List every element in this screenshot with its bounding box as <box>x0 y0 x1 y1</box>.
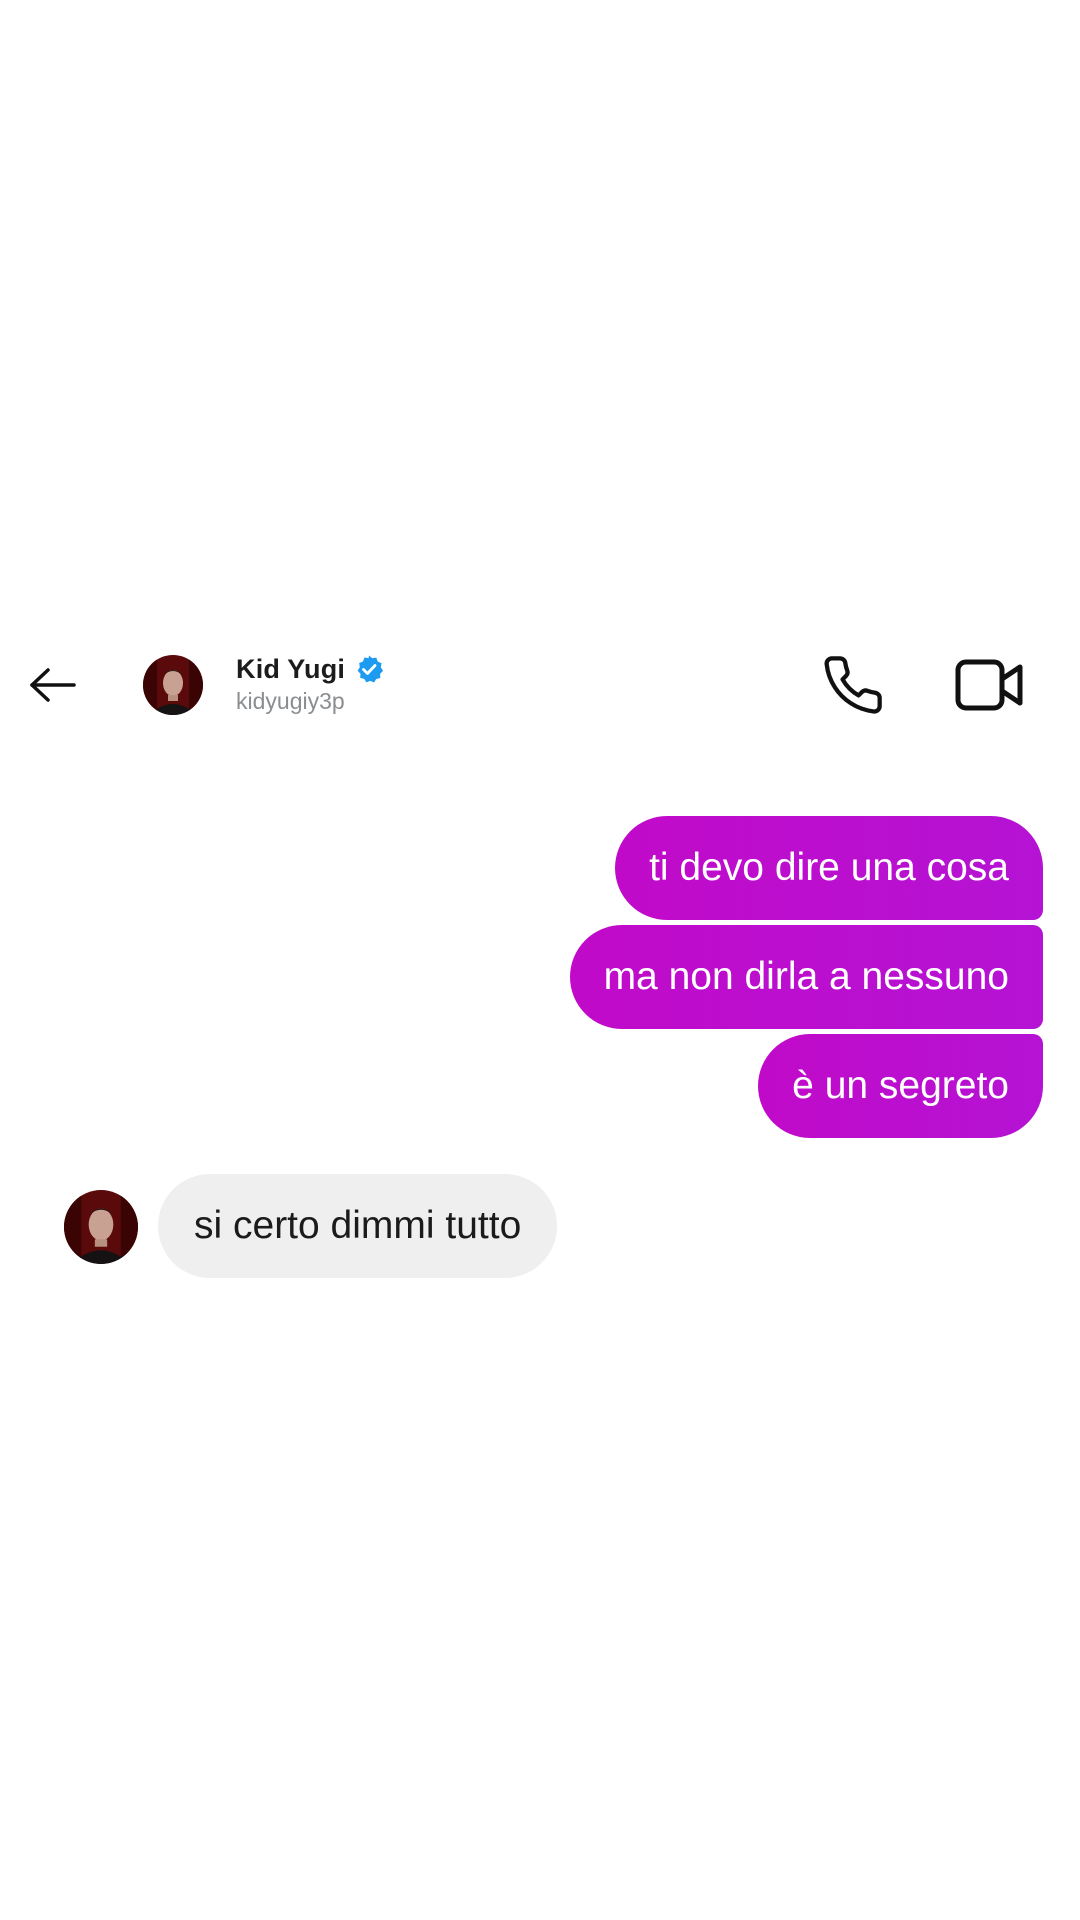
message-text: ma non dirla a nessuno <box>603 955 1009 998</box>
verified-badge-icon <box>354 654 384 684</box>
message-text: ti devo dire una cosa <box>649 846 1009 889</box>
outgoing-message[interactable]: ti devo dire una cosa <box>615 816 1043 920</box>
video-call-button[interactable] <box>950 650 1030 720</box>
avatar[interactable] <box>143 655 203 715</box>
contact-name: Kid Yugi <box>236 653 346 684</box>
incoming-message[interactable]: si certo dimmi tutto <box>158 1174 558 1278</box>
phone-icon <box>824 656 882 714</box>
video-camera-icon <box>955 659 1023 711</box>
arrow-left-icon <box>30 668 76 702</box>
message-text: è un segreto <box>792 1064 1009 1107</box>
back-button[interactable] <box>26 660 80 710</box>
chat-screen: Kid Yugi kidyugiy3p ti devo dire una cos… <box>0 0 1080 1920</box>
outgoing-message[interactable]: ma non dirla a nessuno <box>569 925 1043 1029</box>
sender-avatar[interactable] <box>64 1190 138 1264</box>
contact-handle: kidyugiy3p <box>236 688 345 714</box>
contact-title[interactable]: Kid Yugi <box>236 652 384 686</box>
chat-header: Kid Yugi kidyugiy3p <box>0 640 1080 730</box>
audio-call-button[interactable] <box>818 650 888 720</box>
message-text: si certo dimmi tutto <box>194 1204 522 1247</box>
avatar-image <box>143 655 203 715</box>
outgoing-message[interactable]: è un segreto <box>758 1034 1043 1138</box>
avatar-image <box>64 1190 138 1264</box>
